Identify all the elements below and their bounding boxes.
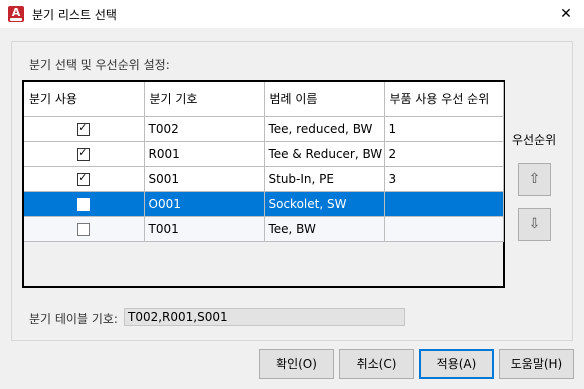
help-button[interactable]: 도움말(H) — [499, 349, 574, 379]
section-label: 분기 선택 및 우선순위 설정: — [29, 58, 170, 72]
priority-cell[interactable]: 2 — [384, 141, 504, 167]
cancel-button[interactable]: 취소(C) — [339, 349, 414, 379]
branch-use-cell[interactable] — [24, 166, 145, 192]
apply-button[interactable]: 적용(A) — [419, 349, 494, 379]
priority-cell[interactable]: 1 — [384, 116, 504, 142]
branch-use-cell[interactable] — [24, 191, 145, 217]
header-part-priority[interactable]: 부품 사용 우선 순위 — [384, 82, 504, 117]
legend-name-cell[interactable]: Tee, BW — [264, 216, 385, 242]
legend-name-cell[interactable]: Stub-In, PE — [264, 166, 385, 192]
move-down-button[interactable]: ⇩ — [518, 208, 551, 241]
branch-use-cell[interactable] — [24, 141, 145, 167]
header-branch-use[interactable]: 분기 사용 — [24, 82, 145, 117]
branch-code-cell[interactable]: T001 — [144, 216, 265, 242]
branch-table-code-field: T002,R001,S001 — [124, 308, 405, 326]
arrow-down-icon: ⇩ — [528, 216, 541, 232]
branch-code-cell[interactable]: O001 — [144, 191, 265, 217]
autocad-app-icon: A — [8, 6, 24, 22]
table-row[interactable]: S001 Stub-In, PE 3 — [24, 166, 504, 192]
title-bar: A 분기 리스트 선택 ✕ — [0, 0, 584, 28]
move-up-button[interactable]: ⇧ — [518, 163, 551, 196]
branch-use-cell[interactable] — [24, 216, 145, 242]
branch-use-cell[interactable] — [24, 116, 145, 142]
branch-grid: 분기 사용 분기 기호 범례 이름 부품 사용 우선 순위 T002 Tee, … — [22, 80, 505, 288]
priority-cell[interactable] — [384, 191, 504, 217]
table-row[interactable]: R001 Tee & Reducer, BW 2 — [24, 141, 504, 167]
table-row[interactable]: T002 Tee, reduced, BW 1 — [24, 116, 504, 142]
branch-use-checkbox[interactable] — [77, 198, 91, 211]
branch-code-cell[interactable]: T002 — [144, 116, 265, 142]
table-row-selected[interactable]: O001 Sockolet, SW — [24, 191, 504, 217]
branch-code-cell[interactable]: S001 — [144, 166, 265, 192]
arrow-up-icon: ⇧ — [528, 171, 541, 187]
window-title: 분기 리스트 선택 — [32, 8, 117, 22]
legend-name-cell[interactable]: Tee, reduced, BW — [264, 116, 385, 142]
branch-use-checkbox[interactable] — [77, 146, 91, 161]
priority-cell[interactable] — [384, 216, 504, 242]
branch-table-code-label: 분기 테이블 기호: — [29, 312, 118, 326]
legend-name-cell[interactable]: Tee & Reducer, BW — [264, 141, 385, 167]
branch-use-checkbox[interactable] — [77, 223, 91, 236]
legend-name-cell[interactable]: Sockolet, SW — [264, 191, 385, 217]
branch-use-checkbox[interactable] — [77, 171, 91, 186]
header-legend-name[interactable]: 범례 이름 — [264, 82, 385, 117]
close-button[interactable]: ✕ — [548, 0, 584, 28]
table-row[interactable]: T001 Tee, BW — [24, 216, 504, 242]
header-branch-code[interactable]: 분기 기호 — [144, 82, 265, 117]
priority-cell[interactable]: 3 — [384, 166, 504, 192]
ok-button[interactable]: 확인(O) — [259, 349, 334, 379]
branch-code-cell[interactable]: R001 — [144, 141, 265, 167]
branch-use-checkbox[interactable] — [77, 121, 91, 136]
priority-label: 우선순위 — [512, 133, 557, 147]
